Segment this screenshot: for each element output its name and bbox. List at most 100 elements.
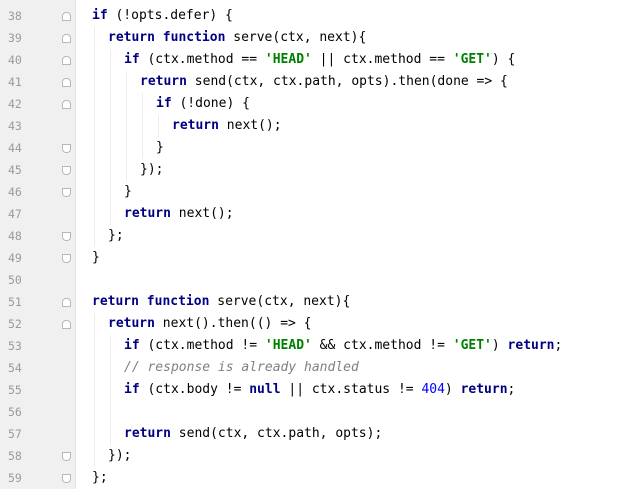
line-number: 51 xyxy=(8,295,22,309)
indent-guide xyxy=(142,137,143,159)
code-token: 'HEAD' xyxy=(264,52,312,67)
code-token: 'HEAD' xyxy=(264,338,312,353)
code-token: } xyxy=(124,184,132,199)
code-token: (ctx.body != xyxy=(139,382,250,397)
indent-guide xyxy=(142,115,143,137)
indent-guide xyxy=(110,379,111,401)
indent-guide xyxy=(126,159,127,181)
code-token: if xyxy=(124,52,140,67)
code-token: return xyxy=(124,206,171,221)
code-token: serve(ctx, next){ xyxy=(209,294,351,309)
code-token: || ctx.method == xyxy=(311,52,453,67)
line-number: 45 xyxy=(8,163,22,177)
fold-close-icon[interactable] xyxy=(62,188,71,197)
code-token: return xyxy=(507,338,555,353)
code-token: next(); xyxy=(218,118,282,133)
indent-guide xyxy=(126,137,127,159)
indent-guide xyxy=(110,159,111,181)
indent-guide xyxy=(94,313,95,335)
indent-guide xyxy=(126,93,127,115)
fold-open-icon[interactable] xyxy=(62,100,71,109)
code-token: (ctx.method == xyxy=(139,52,265,67)
code-line: return next(); xyxy=(172,115,282,137)
indent-guide xyxy=(94,93,95,115)
indent-guide xyxy=(94,225,95,247)
line-number: 47 xyxy=(8,207,22,221)
line-number: 55 xyxy=(8,383,22,397)
fold-open-icon[interactable] xyxy=(62,56,71,65)
code-token: ) xyxy=(491,338,508,353)
indent-guide xyxy=(94,159,95,181)
fold-close-icon[interactable] xyxy=(62,144,71,153)
line-number: 56 xyxy=(8,405,22,419)
code-line: }; xyxy=(92,467,108,489)
line-number: 59 xyxy=(8,471,22,485)
code-token: return xyxy=(140,74,187,89)
indent-guide xyxy=(110,71,111,93)
code-token: return xyxy=(172,118,219,133)
code-token: ) { xyxy=(491,52,516,67)
line-number: 46 xyxy=(8,185,22,199)
code-token: if xyxy=(124,338,140,353)
line-number: 52 xyxy=(8,317,22,331)
fold-close-icon[interactable] xyxy=(62,254,71,263)
code-token: } xyxy=(92,250,100,265)
code-line: } xyxy=(124,181,132,203)
indent-guide xyxy=(94,115,95,137)
code-token: next(); xyxy=(170,206,234,221)
indent-guide xyxy=(94,357,95,379)
indent-guide xyxy=(110,49,111,71)
indent-guide xyxy=(110,115,111,137)
fold-close-icon[interactable] xyxy=(62,474,71,483)
code-line: if (!done) { xyxy=(156,93,250,115)
fold-close-icon[interactable] xyxy=(62,452,71,461)
code-token: }); xyxy=(140,162,164,177)
fold-open-icon[interactable] xyxy=(62,320,71,329)
indent-guide xyxy=(142,93,143,115)
code-token: return xyxy=(460,382,508,397)
code-token: ; xyxy=(554,338,563,353)
indent-guide xyxy=(94,71,95,93)
code-token: send(ctx, ctx.path, opts); xyxy=(170,426,383,441)
indent-guide xyxy=(158,115,159,137)
code-line: return send(ctx, ctx.path, opts).then(do… xyxy=(140,71,508,93)
indent-guide xyxy=(94,379,95,401)
fold-close-icon[interactable] xyxy=(62,232,71,241)
line-number: 58 xyxy=(8,449,22,463)
fold-close-icon[interactable] xyxy=(62,166,71,175)
code-line: } xyxy=(156,137,164,159)
indent-guide xyxy=(126,115,127,137)
indent-guide xyxy=(126,71,127,93)
line-number: 39 xyxy=(8,31,22,45)
code-line: return next(); xyxy=(124,203,234,225)
code-token: }; xyxy=(92,470,108,485)
code-token: ; xyxy=(507,382,516,397)
code-token: null xyxy=(249,382,281,397)
code-token: (!done) { xyxy=(171,96,250,111)
line-number: 50 xyxy=(8,273,22,287)
code-token: if xyxy=(124,382,140,397)
code-token: function xyxy=(146,294,210,309)
code-line: return next().then(() => { xyxy=(108,313,312,335)
line-number: 53 xyxy=(8,339,22,353)
code-token: (ctx.method != xyxy=(139,338,265,353)
code-token: return xyxy=(108,316,155,331)
line-number: 43 xyxy=(8,119,22,133)
fold-open-icon[interactable] xyxy=(62,34,71,43)
code-token: } xyxy=(156,140,164,155)
code-token: || ctx.status != xyxy=(280,382,422,397)
code-token: if xyxy=(156,96,172,111)
fold-open-icon[interactable] xyxy=(62,298,71,307)
code-token: (!opts.defer) { xyxy=(107,8,233,23)
indent-guide xyxy=(94,401,95,423)
fold-open-icon[interactable] xyxy=(62,78,71,87)
code-line: } xyxy=(92,247,100,269)
line-number: 48 xyxy=(8,229,22,243)
code-token: if xyxy=(92,8,108,23)
indent-guide xyxy=(94,49,95,71)
indent-guide xyxy=(110,181,111,203)
fold-open-icon[interactable] xyxy=(62,12,71,21)
line-number: 42 xyxy=(8,97,22,111)
indent-guide xyxy=(94,423,95,445)
